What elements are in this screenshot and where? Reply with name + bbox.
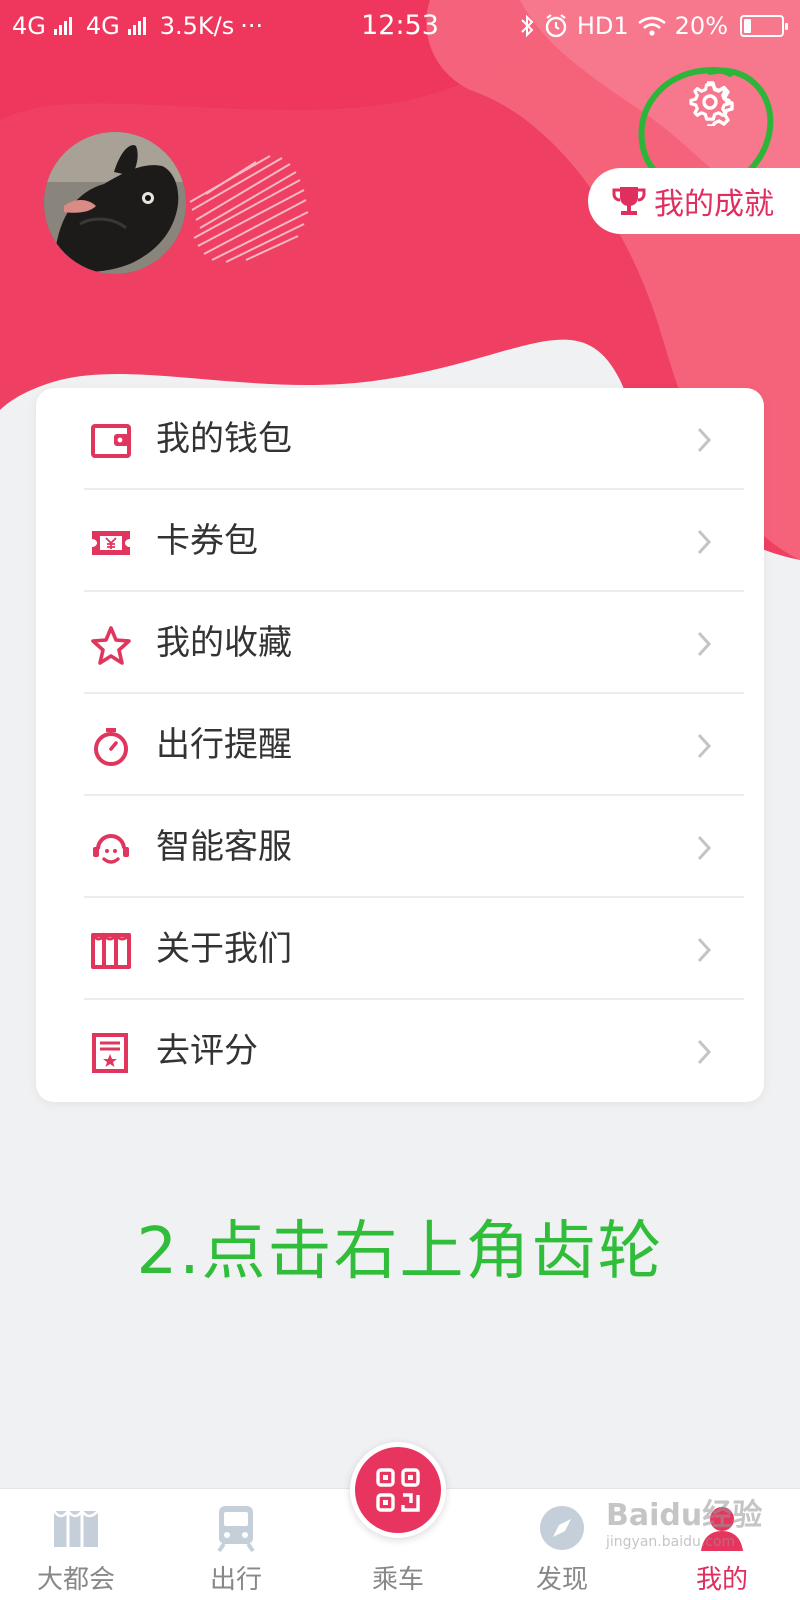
trophy-icon	[612, 187, 646, 215]
star-icon	[91, 626, 131, 665]
headset-icon	[93, 834, 129, 864]
menu-card: 我的钱包 卡券包 我的收藏 出行提醒 智能客服 关于我们 去评分	[36, 388, 764, 1102]
menu-item-label: 去评分	[156, 1031, 258, 1071]
menu-item-about-us[interactable]: 关于我们	[36, 898, 764, 1000]
menu-item-label: 我的钱包	[156, 419, 292, 459]
hd-indicator: HD1	[576, 12, 629, 40]
achievement-button[interactable]: 我的成就	[588, 168, 800, 234]
watermark-url: jingyan.baidu.com	[606, 1534, 736, 1550]
stopwatch-icon	[94, 728, 128, 766]
chevron-right-icon	[697, 427, 712, 453]
train-icon	[217, 1506, 255, 1553]
metro-logo-icon	[52, 1508, 99, 1547]
bluetooth-icon	[521, 14, 534, 38]
chevron-right-icon	[697, 733, 712, 759]
metro-logo-icon	[91, 932, 131, 969]
tab-label: 乘车	[371, 1565, 424, 1595]
tab-label: 我的	[695, 1565, 748, 1595]
wifi-icon	[637, 16, 666, 36]
ride-qr-button[interactable]	[350, 1442, 446, 1538]
rating-icon	[92, 1033, 128, 1073]
menu-item-wallet[interactable]: 我的钱包	[36, 388, 764, 490]
wallet-icon	[91, 424, 131, 458]
menu-item-label: 关于我们	[156, 929, 292, 969]
menu-item-label: 卡券包	[156, 521, 258, 561]
compass-icon	[540, 1506, 584, 1550]
tab-discover[interactable]: 发现	[502, 1489, 622, 1600]
achievement-label: 我的成就	[654, 187, 774, 222]
watermark: Baidu经验 jingyan.baidu.com	[606, 1490, 762, 1550]
tab-label: 出行	[209, 1565, 262, 1595]
tab-travel[interactable]: 出行	[176, 1489, 296, 1600]
battery-icon	[740, 15, 788, 37]
menu-item-label: 我的收藏	[156, 623, 292, 663]
menu-item-favorites[interactable]: 我的收藏	[36, 592, 764, 694]
menu-item-customer-service[interactable]: 智能客服	[36, 796, 764, 898]
chevron-right-icon	[697, 835, 712, 861]
battery-percent: 20%	[674, 12, 728, 40]
qr-code-icon	[376, 1468, 420, 1512]
status-bar: 4G 4G 3.5K/s ··· 12:53 HD1 20%	[0, 0, 800, 56]
tab-metropolis[interactable]: 大都会	[16, 1489, 136, 1600]
chevron-right-icon	[697, 1039, 712, 1065]
chevron-right-icon	[697, 529, 712, 555]
menu-item-rate[interactable]: 去评分	[36, 1000, 764, 1102]
watermark-text: Baidu经验	[606, 1498, 763, 1533]
menu-item-label: 智能客服	[156, 827, 292, 867]
avatar-photo	[44, 132, 186, 274]
menu-item-coupons[interactable]: 卡券包	[36, 490, 764, 592]
tab-label: 大都会	[36, 1565, 115, 1595]
coupon-icon	[92, 531, 130, 555]
redaction-scribble	[189, 155, 309, 263]
menu-item-travel-reminder[interactable]: 出行提醒	[36, 694, 764, 796]
instruction-caption: 2.点击右上角齿轮	[136, 1215, 664, 1289]
menu-item-label: 出行提醒	[156, 725, 292, 765]
alarm-icon	[545, 14, 567, 38]
tab-label: 发现	[535, 1565, 588, 1595]
chevron-right-icon	[697, 937, 712, 963]
chevron-right-icon	[697, 631, 712, 657]
avatar[interactable]	[44, 132, 186, 274]
